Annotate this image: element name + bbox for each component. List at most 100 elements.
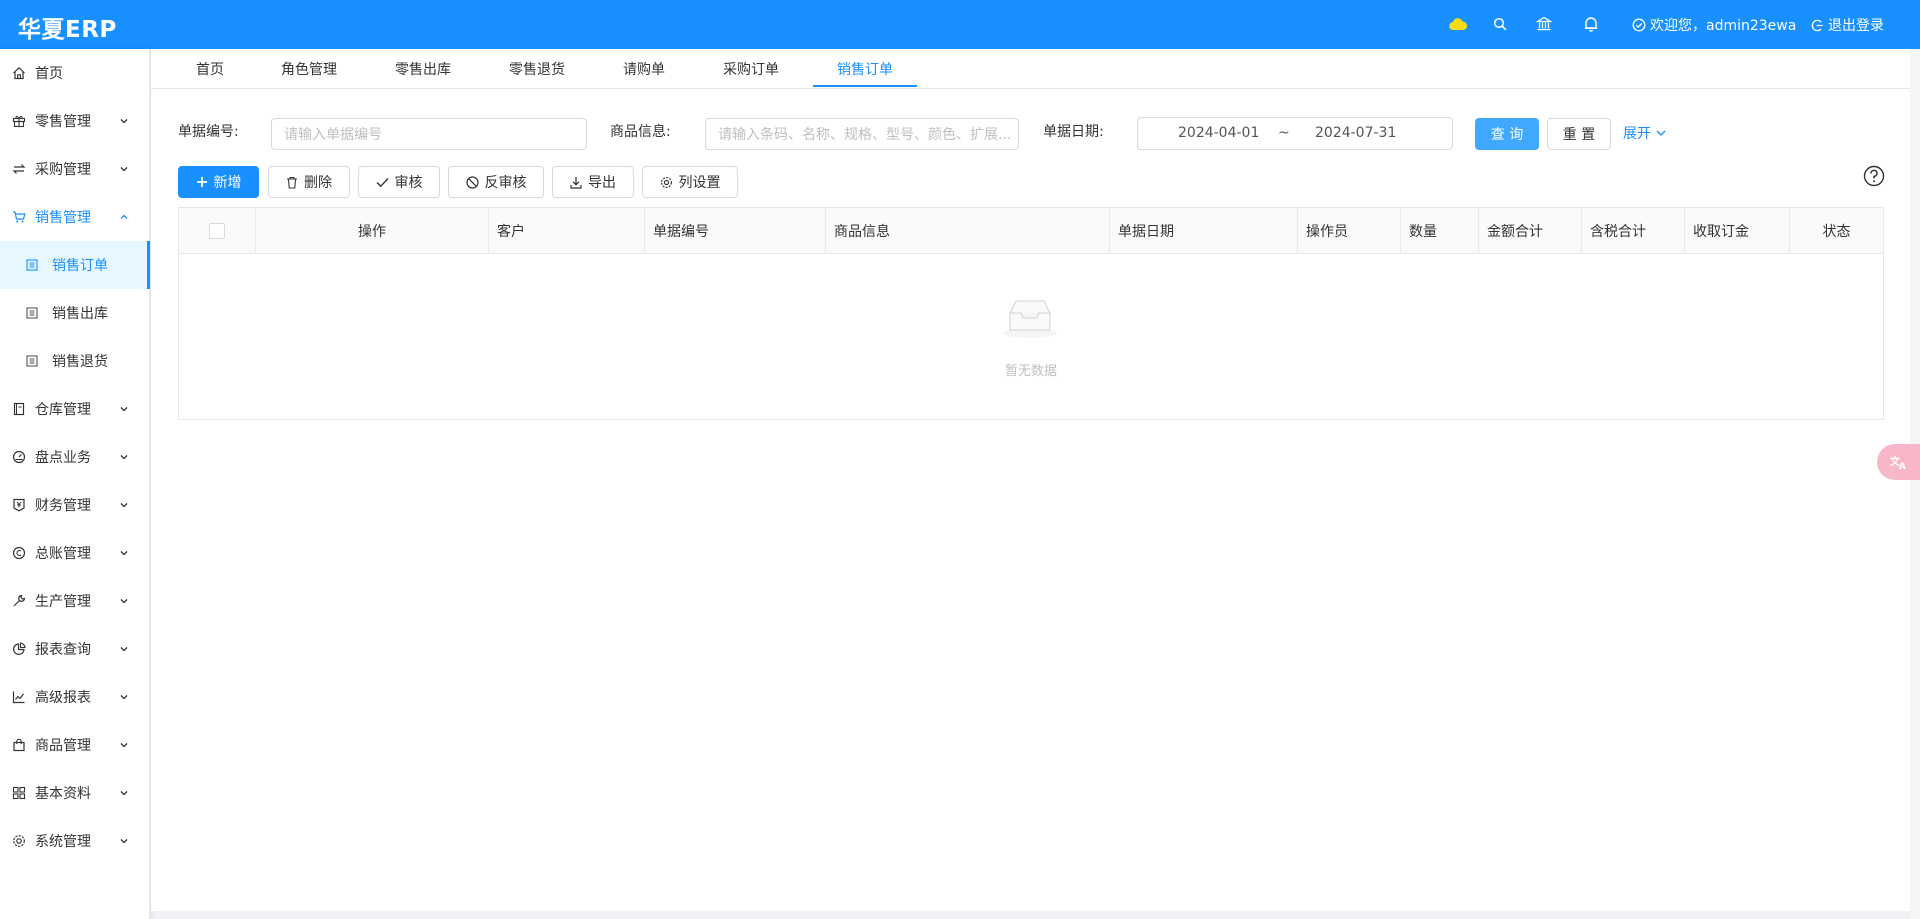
tab-role-management[interactable]: 角色管理 xyxy=(269,49,349,89)
sidebar-item-sales[interactable]: 销售管理 xyxy=(0,193,150,241)
logout-button[interactable]: 退出登录 xyxy=(1811,15,1884,35)
column-header-total-amount: 金额合计 xyxy=(1479,208,1582,254)
shopping-cart-icon xyxy=(11,209,27,225)
sidebar-item-home[interactable]: 首页 xyxy=(0,49,150,97)
chevron-down-icon xyxy=(118,739,130,751)
sidebar-item-warehouse[interactable]: 仓库管理 xyxy=(0,385,150,433)
add-button[interactable]: 新增 xyxy=(178,166,259,198)
sidebar-item-basic-data[interactable]: 基本资料 xyxy=(0,769,150,817)
user-greeting-text: 欢迎您，admin23ewa xyxy=(1650,18,1797,34)
shopping-bag-icon xyxy=(11,737,27,753)
sidebar-item-system[interactable]: 系统管理 xyxy=(0,817,150,865)
search-icon[interactable] xyxy=(1490,14,1510,34)
tab-retail-return[interactable]: 零售退货 xyxy=(497,49,577,89)
date-start[interactable]: 2024-04-01 xyxy=(1178,125,1259,141)
delete-icon xyxy=(287,176,297,189)
stop-icon xyxy=(465,175,479,189)
logout-label: 退出登录 xyxy=(1828,18,1884,34)
bill-no-input[interactable]: 请输入单据编号 xyxy=(271,118,587,150)
user-greeting[interactable]: 欢迎您，admin23ewa xyxy=(1632,15,1796,35)
sidebar-item-retail[interactable]: 零售管理 xyxy=(0,97,150,145)
tab-purchase-order[interactable]: 采购订单 xyxy=(711,49,791,89)
app-logo[interactable]: 华夏ERP xyxy=(18,10,117,44)
tab-sales-order[interactable]: 销售订单 xyxy=(813,49,917,89)
sidebar-item-label: 销售订单 xyxy=(52,258,108,274)
date-range-picker[interactable]: 2024-04-01 ~ 2024-07-31 xyxy=(1137,117,1453,150)
page-scrollbar[interactable] xyxy=(1910,49,1920,919)
empty-inbox-icon xyxy=(1003,300,1057,338)
sidebar-item-reports[interactable]: 报表查询 xyxy=(0,625,150,673)
query-button[interactable]: 查 询 xyxy=(1475,118,1539,150)
sales-order-table: 操作 客户 单据编号 商品信息 单据日期 操作员 数量 金额合计 含税合计 收取… xyxy=(178,207,1884,420)
sidebar-item-label: 盘点业务 xyxy=(35,450,91,466)
table-header: 操作 客户 单据编号 商品信息 单据日期 操作员 数量 金额合计 含税合计 收取… xyxy=(179,208,1883,254)
delete-label: 删除 xyxy=(304,175,332,191)
column-header-customer: 客户 xyxy=(489,208,645,254)
column-header-bill-no: 单据编号 xyxy=(645,208,826,254)
sidebar-item-label: 仓库管理 xyxy=(35,402,91,418)
column-header-action: 操作 xyxy=(256,208,489,254)
help-icon[interactable] xyxy=(1863,165,1885,187)
sidebar-item-inventory-check[interactable]: 盘点业务 xyxy=(0,433,150,481)
tab-retail-out[interactable]: 零售出库 xyxy=(383,49,463,89)
sidebar-item-ledger[interactable]: 总账管理 xyxy=(0,529,150,577)
bill-date-label: 单据日期: xyxy=(1043,124,1104,140)
chevron-down-icon xyxy=(118,115,130,127)
audit-button[interactable]: 审核 xyxy=(358,166,440,198)
sidebar-item-label: 销售退货 xyxy=(52,354,108,370)
chevron-down-icon xyxy=(118,547,130,559)
svg-text:A: A xyxy=(1899,462,1906,471)
tab-home[interactable]: 首页 xyxy=(181,49,239,89)
sidebar-item-production[interactable]: 生产管理 xyxy=(0,577,150,625)
sidebar-item-sales-return[interactable]: 销售退货 xyxy=(0,337,150,385)
gift-icon xyxy=(11,113,27,129)
check-icon xyxy=(376,177,389,187)
plus-icon xyxy=(196,177,207,187)
sidebar-item-label: 高级报表 xyxy=(35,690,91,706)
book-icon xyxy=(11,401,27,417)
expand-toggle[interactable]: 展开 xyxy=(1623,123,1667,143)
sidebar-item-sales-out[interactable]: 销售出库 xyxy=(0,289,150,337)
sidebar-item-label: 报表查询 xyxy=(35,642,91,658)
sidebar-item-purchase[interactable]: 采购管理 xyxy=(0,145,150,193)
translate-float-button[interactable]: 文A xyxy=(1877,444,1920,480)
tab-purchase-request[interactable]: 请购单 xyxy=(611,49,677,89)
chevron-down-icon xyxy=(118,499,130,511)
tab-bar: 首页 角色管理 零售出库 零售退货 请购单 采购订单 销售订单 xyxy=(151,49,1910,89)
audit-label: 审核 xyxy=(394,175,423,191)
sidebar-item-label: 采购管理 xyxy=(35,162,91,178)
chevron-down-icon xyxy=(118,163,130,175)
sidebar-item-label: 商品管理 xyxy=(35,738,91,754)
file-text-icon xyxy=(24,257,40,273)
sidebar-item-label: 基本资料 xyxy=(35,786,91,802)
date-end[interactable]: 2024-07-31 xyxy=(1315,125,1396,141)
download-icon xyxy=(570,176,582,189)
sidebar-item-sales-order[interactable]: 销售订单 xyxy=(0,241,150,289)
cloud-icon[interactable] xyxy=(1448,14,1468,34)
bank-icon[interactable] xyxy=(1534,14,1554,34)
sidebar-item-goods[interactable]: 商品管理 xyxy=(0,721,150,769)
sidebar-item-label: 系统管理 xyxy=(35,834,91,850)
sidebar-item-advanced-reports[interactable]: 高级报表 xyxy=(0,673,150,721)
home-icon xyxy=(11,65,27,81)
column-settings-button[interactable]: 列设置 xyxy=(642,166,738,198)
dashboard-icon xyxy=(11,449,27,465)
goods-info-input[interactable]: 请输入条码、名称、规格、型号、颜色、扩展... xyxy=(705,118,1019,150)
delete-button[interactable]: 删除 xyxy=(268,166,350,198)
bill-no-label: 单据编号: xyxy=(178,124,239,140)
select-all-checkbox[interactable] xyxy=(209,223,225,239)
chevron-up-icon xyxy=(118,211,130,223)
export-button[interactable]: 导出 xyxy=(552,166,634,198)
export-label: 导出 xyxy=(588,175,616,191)
file-text-icon xyxy=(24,305,40,321)
bell-icon[interactable] xyxy=(1581,14,1601,34)
sidebar-item-label: 生产管理 xyxy=(35,594,91,610)
unaudit-label: 反审核 xyxy=(484,175,527,191)
reset-button[interactable]: 重 置 xyxy=(1547,118,1611,150)
sidebar-item-finance[interactable]: 财务管理 xyxy=(0,481,150,529)
sidebar-item-label: 销售管理 xyxy=(35,210,91,226)
goods-info-label: 商品信息: xyxy=(610,124,671,140)
chevron-down-icon xyxy=(118,451,130,463)
unaudit-button[interactable]: 反审核 xyxy=(448,166,544,198)
ledger-icon xyxy=(11,545,27,561)
